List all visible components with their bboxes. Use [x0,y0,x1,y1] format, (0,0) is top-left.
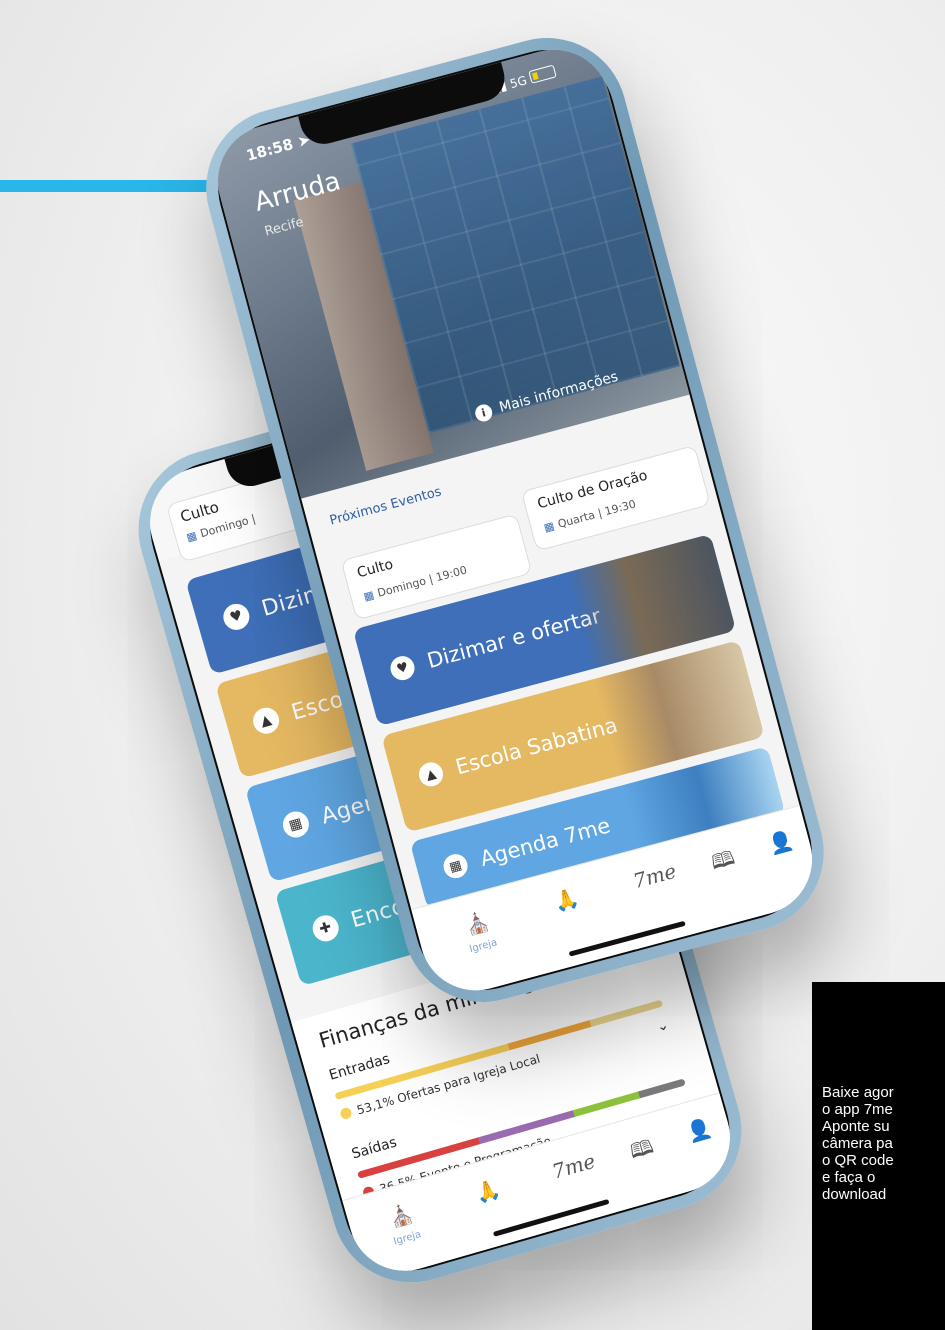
hand-heart-icon: ♥ [387,653,418,683]
back-nav-church-label: Igreja [392,1229,423,1248]
info-icon: i [473,402,495,424]
praying-hands-icon[interactable]: 🙏 [472,1176,503,1206]
download-promo-text: Baixe agor o app 7me Aponte su câmera pa… [822,1084,894,1203]
book-icon[interactable]: 🕮 [708,843,740,882]
user-icon[interactable]: 👤 [766,827,796,857]
hand-heart-icon: ♥ [220,600,253,633]
calendar-icon: ▦ [542,519,556,535]
book-icon[interactable]: 🕮 [626,1132,658,1171]
event-card-culto-oracao[interactable]: Culto de Oração ▦Quarta | 19:30 [520,444,711,552]
upcoming-events-title: Próximos Eventos [328,484,444,529]
home-indicator [568,920,686,957]
calendar-icon: ▦ [440,851,471,881]
back-event-title: Culto [178,497,221,526]
status-time: 18:58 ➤ [244,130,312,164]
status-network-text: 5G [508,73,529,92]
battery-icon [528,64,557,84]
map-pin-icon: ✚ [309,912,342,945]
nav-brand-7me[interactable]: 7me [549,1149,597,1184]
download-promo-box: Baixe agor o app 7me Aponte su câmera pa… [812,982,945,1330]
event-title: Culto [355,556,395,582]
expense-label: Saídas [349,1134,399,1163]
user-icon[interactable]: 👤 [684,1115,715,1145]
calendar-icon: ▦ [279,808,312,841]
nav-brand-7me[interactable]: 7me [631,859,679,893]
church-icon[interactable]: ⛪ [386,1201,417,1231]
income-dot [339,1106,353,1121]
front-nav-church-label: Igreja [468,937,499,956]
chevron-down-icon[interactable]: ⌄ [655,1017,671,1036]
church-flame-icon: ▲ [250,704,283,737]
calendar-icon: ▦ [362,588,376,604]
status-time-text: 18:58 [244,134,296,165]
church-flame-icon: ▲ [416,759,446,790]
church-city: Recife [263,214,306,240]
card-escola-label: Escola Sabatina [452,712,621,780]
calendar-icon: ▦ [184,528,199,545]
church-icon[interactable]: ⛪ [462,909,492,939]
praying-hands-icon[interactable]: 🙏 [551,885,581,915]
